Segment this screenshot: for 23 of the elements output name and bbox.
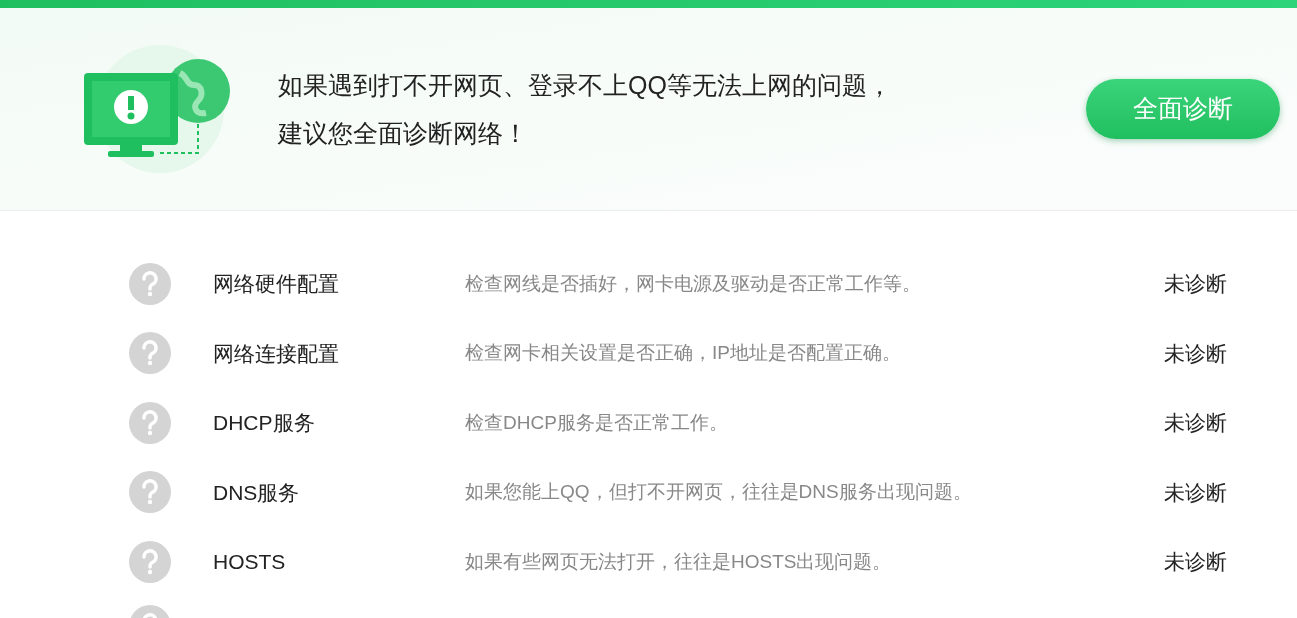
question-icon	[129, 540, 171, 583]
check-description: 如果您能上QQ，但打不开网页，往往是DNS服务出现问题。	[465, 480, 972, 504]
question-icon	[129, 262, 171, 305]
check-status: 未诊断	[1164, 410, 1227, 436]
check-name: 网络连接配置	[213, 340, 340, 367]
check-description: 检查网线是否插好，网卡电源及驱动是否正常工作等。	[465, 271, 921, 296]
check-name: DHCP服务	[213, 410, 316, 436]
check-status: 未诊断	[1164, 271, 1227, 297]
banner-message: 建议您全面诊断网络！	[278, 118, 529, 149]
check-status: 未诊断	[1164, 340, 1227, 367]
check-description: 检查网卡相关设置是否正确，IP地址是否配置正确。	[465, 341, 901, 365]
question-icon	[129, 471, 171, 514]
check-name: DNS服务	[213, 479, 301, 506]
check-status: 未诊断	[1164, 549, 1227, 575]
check-description: 检查DHCP服务是否正常工作。	[465, 410, 728, 435]
question-icon	[129, 332, 171, 375]
check-name: HOSTS	[213, 549, 287, 575]
full-diagnosis-button[interactable]: 全面诊断	[1086, 79, 1280, 139]
question-icon	[129, 401, 171, 444]
check-name: 网络硬件配置	[213, 271, 340, 297]
check-description: 如果有些网页无法打开，往往是HOSTS出现问题。	[465, 549, 892, 574]
banner-message: 如果遇到打不开网页、登录不上QQ等无法上网的问题，	[278, 70, 892, 101]
check-status: 未诊断	[1164, 479, 1227, 506]
